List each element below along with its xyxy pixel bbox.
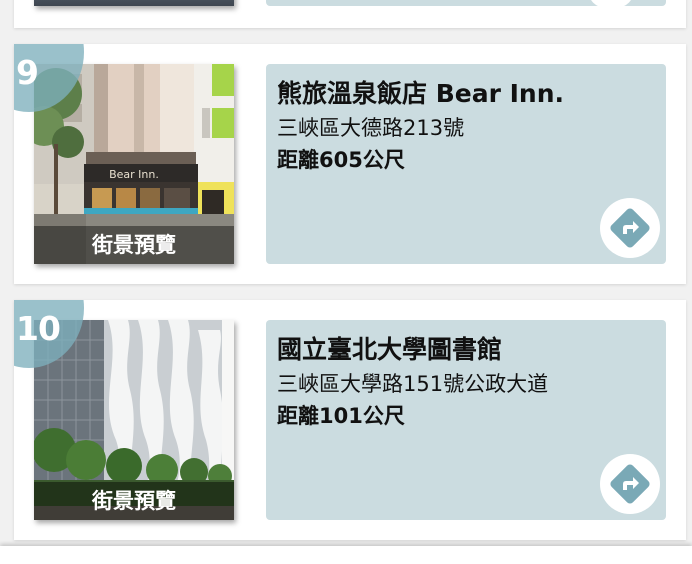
svg-text:Bear Inn.: Bear Inn.: [109, 168, 159, 181]
street-view-preview-button[interactable]: 街景預覽: [34, 482, 234, 520]
place-distance: 距離101公尺: [277, 404, 405, 428]
result-card-previous: [14, 0, 686, 28]
place-name: 熊旅溫泉飯店 Bear Inn.: [277, 79, 565, 108]
bottom-bar: [0, 546, 692, 564]
place-address: 三峽區大學路151號公政大道: [277, 372, 549, 396]
street-view-preview-button[interactable]: 街景預覽: [34, 226, 234, 264]
result-card: 9 Bear Inn. 街景預覽 熊旅溫泉飯店 Bear Inn. 三峽區大德路…: [14, 44, 686, 284]
place-info-panel: [266, 0, 666, 8]
directions-icon: [610, 208, 650, 248]
result-number: 9: [16, 53, 39, 92]
place-info-panel: 國立臺北大學圖書館 三峽區大學路151號公政大道 距離101公尺: [266, 320, 666, 520]
result-number: 10: [16, 309, 61, 348]
result-card: 10 街景預覽 國立臺北大學圖書館 三峽區大學路151號公政大道 距離101公尺: [14, 300, 686, 540]
directions-button[interactable]: [588, 0, 634, 8]
directions-button[interactable]: [600, 198, 660, 258]
directions-icon: [610, 464, 650, 504]
place-info-panel: 熊旅溫泉飯店 Bear Inn. 三峽區大德路213號 距離605公尺: [266, 64, 666, 264]
directions-button[interactable]: [600, 454, 660, 514]
place-address: 三峽區大德路213號: [277, 116, 465, 140]
place-photo[interactable]: [34, 0, 234, 6]
place-name: 國立臺北大學圖書館: [277, 335, 503, 364]
place-distance: 距離605公尺: [277, 148, 405, 172]
